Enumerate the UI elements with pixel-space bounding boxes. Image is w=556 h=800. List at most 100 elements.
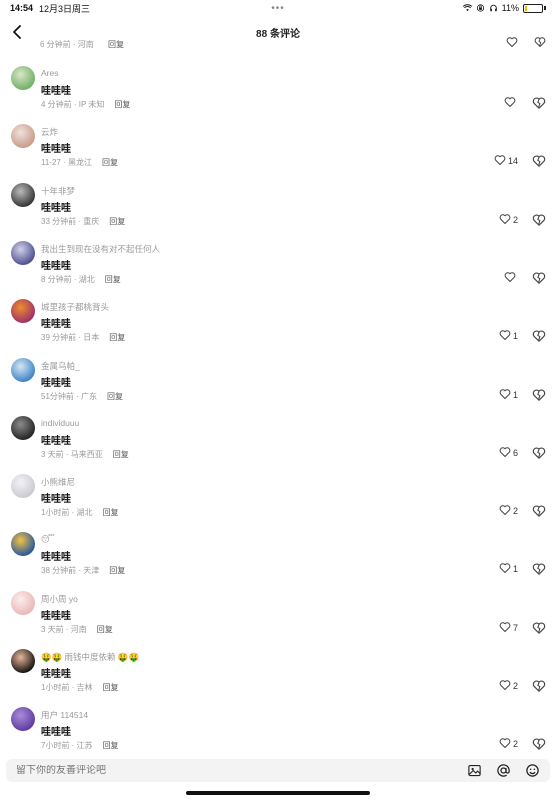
reply-button[interactable]: 回复 (103, 683, 119, 692)
broken-heart-icon[interactable] (532, 621, 546, 635)
comment-item[interactable]: Ares 哇哇哇 4 分钟前 · IP 未知 回复 (0, 66, 556, 124)
comment-item[interactable]: 😴 哇哇哇 38 分钟前 · 天津 回复 1 (0, 532, 556, 590)
reply-button[interactable]: 回复 (114, 100, 130, 109)
status-date: 12月3日周三 (39, 3, 91, 14)
like-button[interactable]: 7 (499, 621, 518, 635)
like-count: 6 (512, 447, 518, 458)
comment-item[interactable]: 十年非梦 哇哇哇 33 分钟前 · 重庆 回复 2 (0, 182, 556, 241)
comment-item[interactable]: 我出生到现在没有对不起任何人 哇哇哇 8 分钟前 · 湖北 回复 (0, 240, 556, 299)
comment-list[interactable]: 6 分钟前 · 河南 回复 Ares 哇哇哇 4 分钟前 · IP 未知 回复 云炸 哇哇… (0, 36, 556, 756)
reply-button[interactable]: 回复 (109, 217, 125, 226)
like-count: 2 (512, 681, 518, 691)
broken-heart-icon[interactable] (532, 329, 546, 343)
multitask-dots[interactable]: ••• (271, 3, 285, 14)
broken-heart-icon[interactable] (532, 562, 546, 576)
comment-username[interactable]: individuuu (41, 418, 79, 428)
comment-input[interactable] (16, 765, 416, 776)
status-left: 14:54 12月3日周三 (10, 2, 90, 15)
comment-username[interactable]: 云炸 (41, 126, 58, 138)
image-icon[interactable] (467, 763, 482, 778)
comment-meta: 4 分钟前 · IP 未知 回复 (41, 99, 130, 110)
broken-heart-icon[interactable] (532, 446, 546, 460)
reply-button[interactable]: 回复 (109, 333, 125, 342)
like-button[interactable] (504, 271, 518, 285)
broken-heart-icon[interactable] (532, 504, 546, 518)
broken-heart-icon[interactable] (532, 154, 546, 168)
heart-icon (494, 154, 506, 168)
headphones-icon (489, 4, 497, 12)
heart-icon (499, 504, 511, 518)
reply-button[interactable]: 回复 (103, 741, 119, 750)
comment-item[interactable]: 金属乌帕_ 哇哇哇 51分钟前 · 广东 回复 1 (0, 357, 556, 416)
reply-button[interactable]: 回复 (109, 566, 125, 575)
emoji-icon[interactable] (525, 763, 540, 778)
partial-actions (506, 36, 546, 48)
comment-text: 哇哇哇 (41, 319, 71, 331)
like-button[interactable]: 14 (494, 154, 518, 168)
reply-button[interactable]: 回复 (97, 625, 113, 634)
comment-username[interactable]: 😴 (41, 534, 55, 545)
comment-username[interactable]: 🤑🤑 雨钱中度依赖 🤑🤑 (41, 651, 139, 663)
heart-icon (499, 737, 511, 751)
reply-button[interactable]: 回复 (108, 40, 124, 49)
avatar[interactable] (11, 182, 35, 207)
like-button[interactable]: 1 (499, 562, 518, 576)
avatar[interactable] (11, 590, 35, 615)
at-icon[interactable] (496, 763, 511, 778)
avatar[interactable] (11, 474, 35, 499)
home-indicator[interactable] (186, 791, 370, 795)
reply-button[interactable]: 回复 (107, 392, 123, 401)
comment-text: 哇哇哇 (41, 552, 71, 564)
broken-heart-icon[interactable] (532, 213, 546, 227)
like-button[interactable]: 2 (499, 679, 518, 693)
reply-button[interactable]: 回复 (102, 158, 118, 167)
avatar[interactable] (11, 649, 35, 673)
like-button[interactable] (504, 96, 518, 110)
like-button[interactable]: 1 (499, 329, 518, 343)
avatar[interactable] (11, 357, 35, 382)
avatar[interactable] (11, 707, 35, 732)
battery-icon (523, 3, 543, 13)
comment-username[interactable]: 城里孩子都桃背头 (41, 301, 109, 313)
comment-item[interactable]: 周小周 yo 哇哇哇 3 天前 · 河南 回复 7 (0, 590, 556, 649)
avatar[interactable] (11, 299, 35, 324)
like-button[interactable]: 2 (499, 737, 518, 751)
like-button[interactable]: 2 (499, 504, 518, 518)
like-button[interactable]: 6 (499, 446, 518, 460)
broken-heart-icon[interactable] (532, 737, 546, 751)
comment-item[interactable]: 用户 114514 哇哇哇 7小时前 · 江苏 回复 2 (0, 707, 556, 756)
comment-item[interactable]: 城里孩子都桃背头 哇哇哇 39 分钟前 · 日本 回复 1 (0, 299, 556, 357)
reply-button[interactable]: 回复 (103, 508, 119, 517)
broken-heart-icon[interactable] (532, 679, 546, 693)
avatar[interactable] (11, 124, 35, 149)
reply-button[interactable]: 回复 (113, 450, 129, 459)
comment-username[interactable]: 用户 114514 (41, 709, 88, 721)
broken-heart-icon[interactable] (532, 96, 546, 110)
status-time: 14:54 (10, 3, 34, 13)
comment-username[interactable]: 周小周 yo (41, 593, 78, 605)
like-button[interactable]: 1 (499, 388, 518, 402)
comment-username[interactable]: 我出生到现在没有对不起任何人 (41, 243, 160, 255)
avatar[interactable] (11, 415, 35, 440)
avatar[interactable] (11, 66, 35, 90)
like-count: 1 (512, 389, 518, 400)
avatar[interactable] (11, 532, 35, 557)
broken-heart-icon[interactable] (532, 271, 546, 285)
comment-username[interactable]: 金属乌帕_ (41, 360, 80, 372)
comment-item[interactable]: 小熊维尼 哇哇哇 1小时前 · 湖北 回复 2 (0, 474, 556, 532)
heart-icon[interactable] (506, 36, 518, 48)
like-button[interactable]: 2 (499, 213, 518, 227)
comment-time: 38 分钟前 · 天津 (41, 566, 100, 576)
broken-heart-icon[interactable] (534, 36, 546, 48)
comment-username[interactable]: 十年非梦 (41, 185, 75, 197)
broken-heart-icon[interactable] (532, 388, 546, 402)
reply-button[interactable]: 回复 (105, 275, 121, 284)
comment-item[interactable]: individuuu 哇哇哇 3 天前 · 马来西亚 回复 6 (0, 415, 556, 474)
comment-item[interactable]: 🤑🤑 雨钱中度依赖 🤑🤑 哇哇哇 1小时前 · 吉林 回复 2 (0, 649, 556, 707)
comment-username[interactable]: Ares (41, 68, 58, 78)
avatar[interactable] (11, 240, 35, 265)
comment-item[interactable]: 云炸 哇哇哇 11-27 · 黑龙江 回复 14 (0, 124, 556, 182)
comment-meta: 8 分钟前 · 湖北 回复 (41, 274, 121, 285)
comment-input-bar[interactable] (6, 759, 550, 782)
comment-username[interactable]: 小熊维尼 (41, 476, 75, 488)
